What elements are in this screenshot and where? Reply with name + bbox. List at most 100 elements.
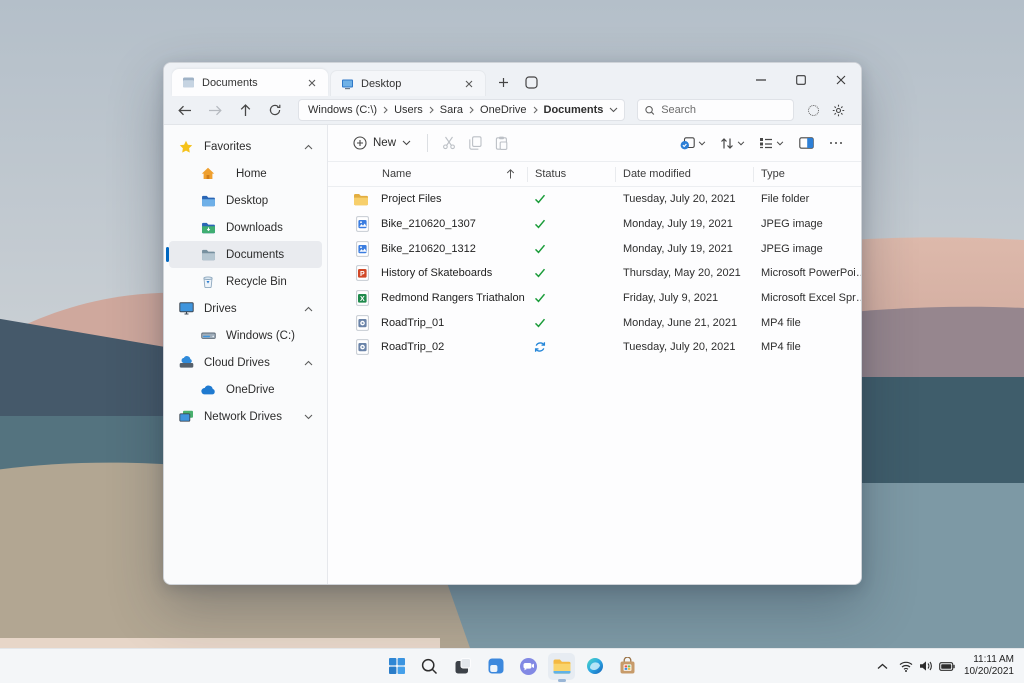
star-icon bbox=[178, 140, 194, 154]
file-row-redmond-rangers-triathalon[interactable]: X Redmond Rangers Triathalon Friday, Jul… bbox=[328, 286, 861, 311]
column-header-name[interactable]: Name bbox=[328, 166, 528, 182]
toolbar-divider bbox=[427, 134, 429, 152]
chevron-down-icon[interactable] bbox=[304, 414, 313, 420]
column-header-date-modified[interactable]: Date modified bbox=[616, 166, 754, 182]
breadcrumb-separator-icon bbox=[429, 106, 434, 114]
file-row-project-files[interactable]: Project Files Tuesday, July 20, 2021 Fil… bbox=[328, 187, 861, 212]
column-label: Date modified bbox=[623, 168, 691, 180]
file-type: MP4 file bbox=[761, 316, 801, 329]
search-icon bbox=[645, 105, 655, 115]
sidebar-item-downloads[interactable]: Downloads bbox=[169, 214, 322, 241]
start-button[interactable] bbox=[383, 653, 410, 680]
file-row-history-of-skateboards[interactable]: P History of Skateboards Thursday, May 2… bbox=[328, 261, 861, 286]
chat-icon bbox=[520, 657, 537, 675]
file-type: MP4 file bbox=[761, 341, 801, 354]
sidebar-item-onedrive[interactable]: OneDrive bbox=[169, 376, 322, 403]
sidebar-section-drives[interactable]: Drives bbox=[169, 295, 322, 322]
system-tray: 11:11 AM 10/20/2021 bbox=[875, 654, 1018, 679]
status-synced-check-icon bbox=[528, 268, 616, 278]
edge-button[interactable] bbox=[581, 653, 608, 680]
more-icon bbox=[829, 141, 843, 145]
taskbar-clock[interactable]: 11:11 AM 10/20/2021 bbox=[964, 654, 1018, 679]
view-layout-icon bbox=[760, 138, 772, 149]
file-row-roadtrip-02[interactable]: RoadTrip_02 Tuesday, July 20, 2021 MP4 f… bbox=[328, 335, 861, 360]
paste-button[interactable] bbox=[488, 131, 514, 155]
breadcrumb[interactable]: Windows (C:\) Users Sara OneDrive Docume… bbox=[298, 99, 626, 121]
chevron-up-icon[interactable] bbox=[304, 144, 313, 150]
breadcrumb-segment[interactable]: Users bbox=[394, 104, 423, 116]
cut-button[interactable] bbox=[436, 131, 462, 155]
tab-documents[interactable]: Documents bbox=[172, 69, 328, 96]
tray-status-cluster[interactable] bbox=[897, 656, 957, 676]
sidebar-item-recycle-bin[interactable]: Recycle Bin bbox=[169, 268, 322, 295]
chevron-up-icon[interactable] bbox=[304, 306, 313, 312]
search-input[interactable] bbox=[661, 104, 786, 116]
details-pane-button[interactable] bbox=[793, 131, 819, 155]
chat-button[interactable] bbox=[515, 653, 542, 680]
clock-time: 11:11 AM bbox=[973, 653, 1014, 665]
up-button[interactable] bbox=[232, 99, 258, 121]
breadcrumb-segment-current[interactable]: Documents bbox=[544, 104, 604, 116]
see-more-button[interactable] bbox=[823, 131, 849, 155]
chevron-up-icon bbox=[877, 663, 888, 669]
tab-desktop[interactable]: Desktop bbox=[330, 70, 486, 96]
tab-actions-button[interactable] bbox=[520, 71, 542, 93]
chevron-down-icon bbox=[402, 140, 411, 146]
desktop-tab-icon bbox=[342, 79, 353, 89]
back-button[interactable] bbox=[172, 99, 198, 121]
wifi-icon bbox=[899, 661, 913, 672]
file-row-bike-1307[interactable]: Bike_210620_1307 Monday, July 19, 2021 J… bbox=[328, 212, 861, 237]
window-controls bbox=[741, 63, 861, 96]
tab-close-icon[interactable] bbox=[304, 75, 320, 91]
sidebar-item-windows-c[interactable]: Windows (C:) bbox=[169, 322, 322, 349]
sidebar-section-network-drives[interactable]: Network Drives bbox=[169, 403, 322, 430]
sync-options-button[interactable] bbox=[675, 134, 711, 153]
sidebar-item-home[interactable]: Home bbox=[169, 160, 322, 187]
item-label: Downloads bbox=[226, 221, 283, 234]
details-pane-icon bbox=[798, 137, 814, 149]
hard-drive-icon bbox=[200, 330, 216, 341]
tab-close-icon[interactable] bbox=[461, 76, 477, 92]
search-box[interactable] bbox=[637, 99, 794, 121]
file-explorer-button[interactable] bbox=[548, 652, 575, 680]
chevron-up-icon[interactable] bbox=[304, 360, 313, 366]
store-button[interactable] bbox=[614, 653, 641, 680]
breadcrumb-separator-icon bbox=[533, 106, 538, 114]
sort-button[interactable] bbox=[715, 134, 750, 153]
section-label: Drives bbox=[204, 302, 237, 315]
address-dropdown-chevron-icon[interactable] bbox=[609, 107, 618, 113]
column-header-type[interactable]: Type bbox=[754, 167, 861, 182]
breadcrumb-segment[interactable]: OneDrive bbox=[480, 104, 526, 116]
tray-overflow-button[interactable] bbox=[875, 659, 890, 674]
sidebar-item-documents[interactable]: Documents bbox=[166, 241, 322, 268]
maximize-button[interactable] bbox=[781, 65, 821, 95]
new-button[interactable]: New bbox=[345, 132, 419, 154]
settings-gear-button[interactable] bbox=[825, 99, 851, 121]
recycle-bin-icon bbox=[200, 275, 216, 288]
breadcrumb-segment[interactable]: Windows (C:\) bbox=[308, 104, 377, 116]
column-label: Type bbox=[761, 168, 785, 180]
copy-button[interactable] bbox=[462, 131, 488, 155]
new-tab-button[interactable] bbox=[492, 71, 514, 93]
forward-button[interactable] bbox=[202, 99, 228, 121]
chevron-down-icon bbox=[737, 140, 745, 145]
sidebar-section-cloud-drives[interactable]: Cloud Drives bbox=[169, 349, 322, 376]
sidebar-item-desktop[interactable]: Desktop bbox=[169, 187, 322, 214]
refresh-button[interactable] bbox=[262, 99, 288, 121]
file-row-roadtrip-01[interactable]: RoadTrip_01 Monday, June 21, 2021 MP4 fi… bbox=[328, 310, 861, 335]
video-file-icon bbox=[328, 339, 381, 356]
search-button[interactable] bbox=[416, 653, 443, 680]
breadcrumb-segment[interactable]: Sara bbox=[440, 104, 463, 116]
widgets-button[interactable] bbox=[482, 653, 509, 680]
paste-icon bbox=[495, 136, 507, 150]
item-label: Desktop bbox=[226, 194, 269, 207]
column-header-status[interactable]: Status bbox=[528, 166, 616, 182]
downloads-folder-icon bbox=[200, 222, 216, 234]
sidebar-section-favorites[interactable]: Favorites bbox=[169, 133, 322, 160]
close-button[interactable] bbox=[821, 65, 861, 95]
view-button[interactable] bbox=[754, 134, 789, 152]
column-label: Status bbox=[535, 168, 567, 180]
minimize-button[interactable] bbox=[741, 65, 781, 95]
file-row-bike-1312[interactable]: Bike_210620_1312 Monday, July 19, 2021 J… bbox=[328, 236, 861, 261]
task-view-button[interactable] bbox=[449, 653, 476, 680]
